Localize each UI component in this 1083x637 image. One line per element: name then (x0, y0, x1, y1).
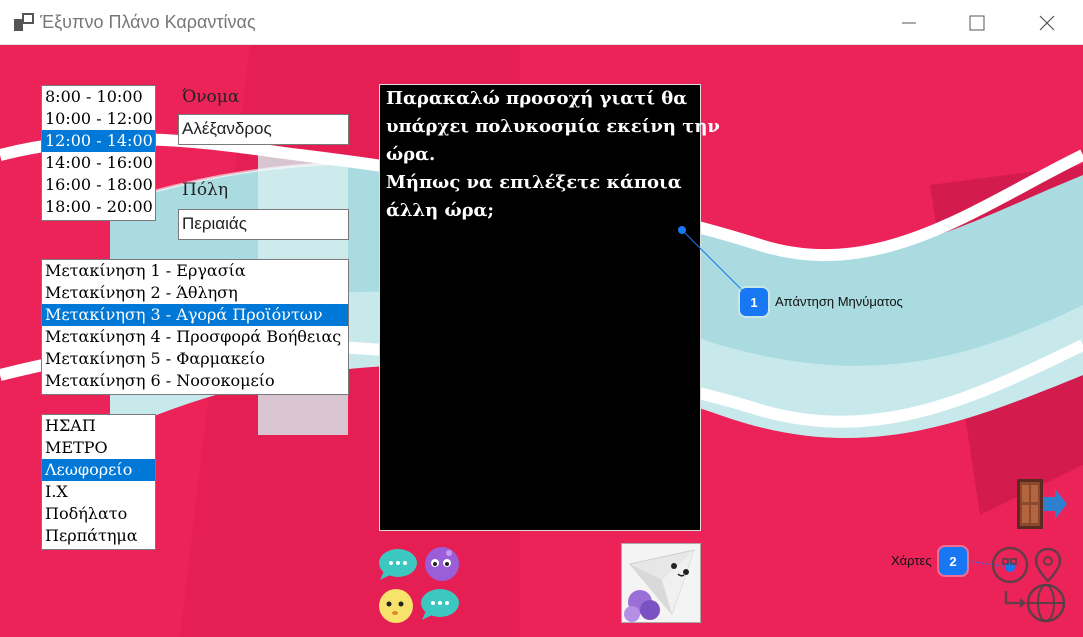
paper-plane-button[interactable] (621, 543, 701, 623)
message-line: Μήπως να επιλέξετε κάποια (386, 172, 682, 193)
maximize-icon (969, 15, 985, 30)
callout-badge-2: 2 (939, 547, 967, 575)
time-slot-item[interactable]: 14:00 - 16:00 (42, 152, 155, 174)
transport-item[interactable]: Περπάτημα (42, 525, 155, 547)
chat-bubble-teal-icon[interactable] (378, 547, 418, 581)
message-line: ώρα. (386, 144, 436, 165)
app-icon (14, 13, 34, 31)
door-exit-icon[interactable] (1015, 477, 1067, 531)
map-pin-globe-icon[interactable] (990, 545, 1070, 625)
movement-reason-list[interactable]: Μετακίνηση 1 - Εργασία Μετακίνηση 2 - Άθλ… (41, 259, 349, 395)
maximize-button[interactable] (954, 0, 1000, 45)
transport-item[interactable]: Ι.Χ (42, 481, 155, 503)
callout-label-1: Απάντηση Μηνύματος (775, 294, 903, 309)
time-slot-list[interactable]: 8:00 - 10:00 10:00 - 12:00 12:00 - 14:00 14… (41, 85, 156, 221)
time-slot-item[interactable]: 16:00 - 18:00 (42, 174, 155, 196)
transport-item[interactable]: Λεωφορείο (42, 459, 155, 481)
time-slot-item[interactable]: 12:00 - 14:00 (42, 130, 155, 152)
name-label: Όνομα (182, 87, 240, 107)
transport-list[interactable]: ΗΣΑΠ ΜΕΤΡΟ Λεωφορείο Ι.Χ Ποδήλατο Περπάτημα (41, 414, 156, 550)
title-bar: Έξυπνο Πλάνο Καραντίνας (0, 0, 1083, 45)
close-icon (1039, 15, 1055, 30)
message-line: άλλη ώρα; (386, 200, 495, 221)
movement-reason-item[interactable]: Μετακίνηση 4 - Προσφορά Βοήθειας (42, 326, 348, 348)
paper-plane-icon (622, 544, 700, 622)
callout-label-2: Χάρτες (891, 553, 932, 568)
client-area: 8:00 - 10:00 10:00 - 12:00 12:00 - 14:00 14… (0, 45, 1083, 637)
message-line: υπάρχει πολυκοσμία εκείνη την (386, 116, 720, 137)
transport-item[interactable]: ΜΕΤΡΟ (42, 437, 155, 459)
movement-reason-item[interactable]: Μετακίνηση 2 - Άθληση (42, 282, 348, 304)
message-line: Παρακαλώ προσοχή γιατί θα (386, 88, 688, 109)
time-slot-item[interactable]: 10:00 - 12:00 (42, 108, 155, 130)
movement-reason-item[interactable]: Μετακίνηση 1 - Εργασία (42, 260, 348, 282)
yellow-face-icon[interactable] (377, 587, 415, 625)
chat-bubble-teal-2-icon[interactable] (420, 587, 460, 621)
name-field[interactable]: Αλέξανδρος (178, 114, 349, 145)
city-label: Πόλη (182, 180, 229, 200)
movement-reason-item[interactable]: Μετακίνηση 5 - Φαρμακείο (42, 348, 348, 370)
message-panel: Παρακαλώ προσοχή γιατί θα υπάρχει πολυκοσ… (379, 84, 720, 531)
time-slot-item[interactable]: 18:00 - 20:00 (42, 196, 155, 218)
minimize-button[interactable] (886, 0, 932, 45)
movement-reason-item[interactable]: Μετακίνηση 6 - Νοσοκομείο (42, 370, 348, 392)
close-button[interactable] (1024, 0, 1070, 45)
purple-face-icon[interactable] (423, 545, 461, 583)
time-slot-item[interactable]: 8:00 - 10:00 (42, 86, 155, 108)
window-title: Έξυπνο Πλάνο Καραντίνας (40, 12, 256, 32)
transport-item[interactable]: Ποδήλατο (42, 503, 155, 525)
callout-badge-1: 1 (740, 288, 768, 316)
city-field[interactable]: Περιαιάς (178, 209, 349, 240)
movement-reason-item[interactable]: Μετακίνηση 3 - Αγορά Προϊόντων (42, 304, 348, 326)
minimize-icon (902, 22, 916, 23)
transport-item[interactable]: ΗΣΑΠ (42, 415, 155, 437)
